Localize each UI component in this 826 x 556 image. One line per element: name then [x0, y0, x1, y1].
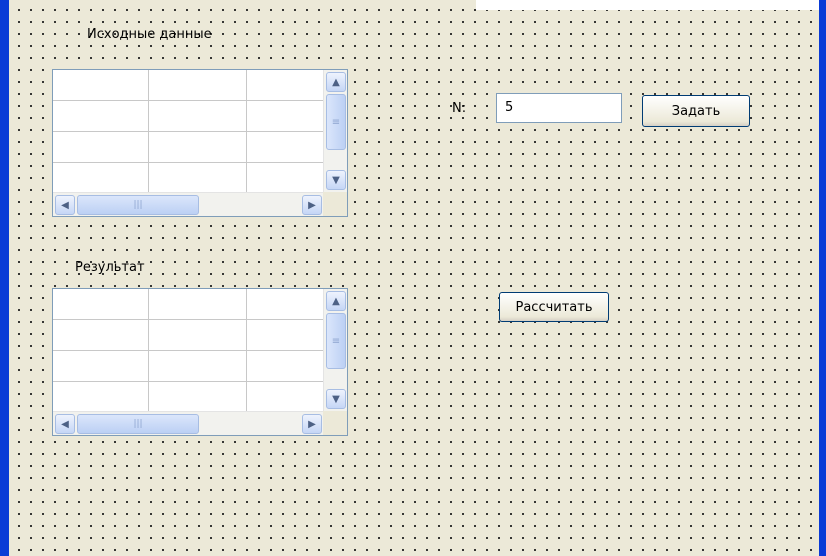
calculate-button[interactable]: Рассчитать	[499, 292, 609, 322]
scroll-up-icon[interactable]: ▲	[326, 72, 346, 92]
scroll-down-icon[interactable]: ▼	[326, 389, 346, 409]
form-window: Исходные данные ▲ ≡ ▼ ◀ ||| ▶ Результат …	[0, 0, 826, 556]
horizontal-scroll-thumb[interactable]: |||	[77, 195, 199, 215]
source-grid-cells	[53, 70, 325, 194]
result-data-grid[interactable]: ▲ ≡ ▼ ◀ ||| ▶	[52, 288, 348, 436]
set-button[interactable]: Задать	[642, 95, 750, 127]
n-label: N:	[452, 101, 467, 116]
result-grid-cells	[53, 289, 325, 413]
form-designer-surface: Исходные данные ▲ ≡ ▼ ◀ ||| ▶ Результат …	[9, 0, 819, 556]
scroll-left-icon[interactable]: ◀	[55, 195, 75, 215]
top-edge	[476, 0, 826, 10]
scroll-left-icon[interactable]: ◀	[55, 414, 75, 434]
scroll-corner	[323, 411, 347, 435]
scroll-right-icon[interactable]: ▶	[302, 414, 322, 434]
n-input[interactable]: 5	[496, 93, 622, 123]
result-label: Результат	[75, 260, 145, 275]
source-grid-horizontal-scrollbar[interactable]: ◀ ||| ▶	[53, 192, 325, 216]
scroll-up-icon[interactable]: ▲	[326, 291, 346, 311]
window-border-left	[0, 0, 9, 556]
horizontal-scroll-thumb[interactable]: |||	[77, 414, 199, 434]
vertical-scroll-thumb[interactable]: ≡	[326, 94, 346, 150]
scroll-corner	[323, 192, 347, 216]
result-grid-horizontal-scrollbar[interactable]: ◀ ||| ▶	[53, 411, 325, 435]
source-data-grid[interactable]: ▲ ≡ ▼ ◀ ||| ▶	[52, 69, 348, 217]
source-grid-vertical-scrollbar[interactable]: ▲ ≡ ▼	[323, 70, 347, 194]
scroll-right-icon[interactable]: ▶	[302, 195, 322, 215]
scroll-down-icon[interactable]: ▼	[326, 170, 346, 190]
window-border-right	[819, 0, 826, 556]
result-grid-vertical-scrollbar[interactable]: ▲ ≡ ▼	[323, 289, 347, 413]
vertical-scroll-thumb[interactable]: ≡	[326, 313, 346, 369]
source-data-label: Исходные данные	[87, 27, 212, 42]
